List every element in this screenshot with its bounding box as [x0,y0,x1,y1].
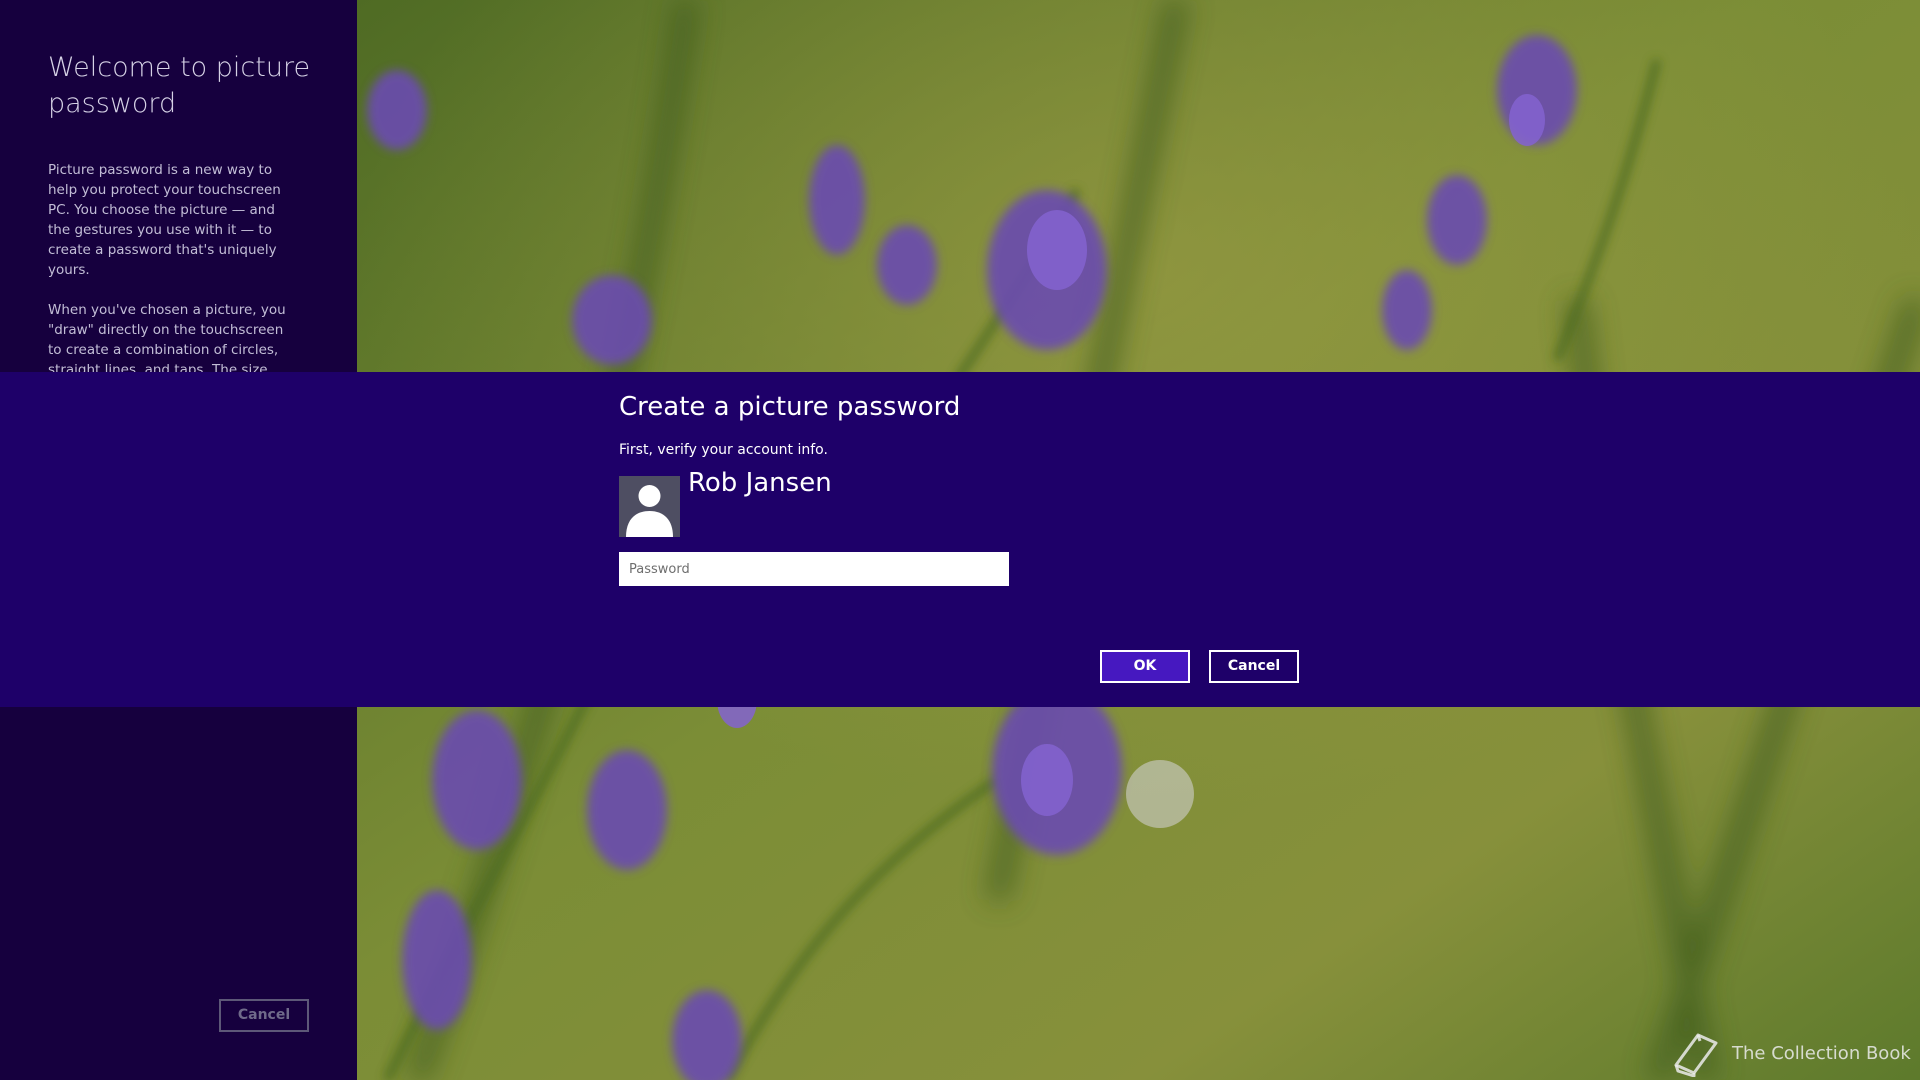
intro-paragraph: Picture password is a new way to help yo… [48,162,281,278]
book-icon [1674,1033,1718,1077]
avatar [619,476,680,537]
watermark-text: The Collection Book [1732,1042,1911,1064]
welcome-title: Welcome to picture password [48,52,311,119]
account-name: Rob Jansen [688,468,832,498]
cancel-button[interactable]: Cancel [1209,650,1299,683]
verify-account-dialog: Create a picture password First, verify … [0,372,1920,707]
password-input[interactable] [619,552,1009,586]
dialog-title: Create a picture password [619,392,961,422]
picture-password-screen: Welcome to picture password Picture pass… [0,0,1920,1080]
touch-indicator [1126,760,1194,828]
left-cancel-button[interactable]: Cancel [219,999,309,1032]
dialog-subtitle: First, verify your account info. [619,442,828,458]
watermark: The Collection Book [1668,1028,1911,1078]
ok-button[interactable]: OK [1100,650,1190,683]
user-icon [626,485,673,537]
